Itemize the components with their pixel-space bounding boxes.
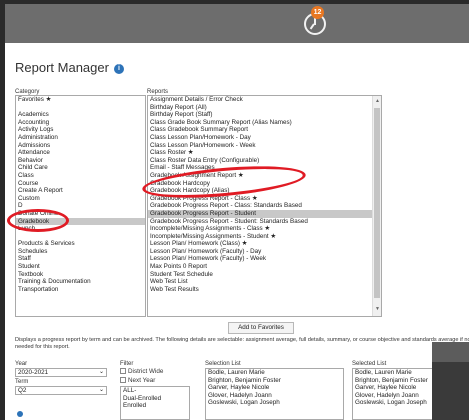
- category-item[interactable]: Gradebook: [16, 217, 145, 226]
- report-item[interactable]: Birthday Report (All): [148, 104, 381, 112]
- category-list[interactable]: Favorites ★ Academics Accounting Activity L…: [15, 95, 146, 317]
- category-item[interactable]: Lunch: [16, 225, 145, 233]
- selection-list-item[interactable]: Glover, Hadelyn Joann: [206, 392, 343, 400]
- report-item[interactable]: Gradebook Progress Report - Student: Sta…: [148, 218, 381, 226]
- selection-list-item[interactable]: Garver, Haylee Nicole: [206, 384, 343, 392]
- category-item[interactable]: Products & Services: [16, 240, 145, 248]
- chevron-down-icon: ⌄: [98, 387, 104, 393]
- term-value: Q2: [18, 387, 27, 394]
- report-item[interactable]: Class Roster ★: [148, 149, 381, 157]
- filter-option[interactable]: Enrolled: [121, 402, 189, 410]
- selected-list-item[interactable]: Brighton, Benjamin Foster: [353, 377, 433, 385]
- report-item[interactable]: Class Gradebook Summary Report: [148, 126, 381, 134]
- category-item[interactable]: Donate Online: [16, 210, 145, 218]
- selection-list-label: Selection List: [205, 361, 241, 367]
- notification-badge[interactable]: 12: [311, 6, 324, 19]
- report-item[interactable]: Email - Staff Messages: [148, 164, 381, 172]
- info-icon[interactable]: i: [114, 64, 124, 74]
- selected-list-item[interactable]: Garver, Haylee Nicole: [353, 384, 433, 392]
- report-description: Displays a progress report by term and c…: [15, 337, 469, 350]
- year-value: 2020-2021: [18, 369, 49, 376]
- app-frame: 12 Report Manager i Category Favorites ★…: [5, 4, 469, 420]
- page-title: Report Manager: [15, 60, 109, 75]
- report-item[interactable]: Class Grade Book Summary Report (Alias N…: [148, 119, 381, 127]
- selected-list-item[interactable]: Bodle, Lauren Marie: [353, 369, 433, 377]
- selection-list-item[interactable]: Bodle, Lauren Marie: [206, 369, 343, 377]
- category-item[interactable]: Create A Report: [16, 187, 145, 195]
- year-label: Year: [15, 361, 28, 367]
- report-item[interactable]: Gradebook Progress Report - Student: [148, 209, 381, 218]
- filter-option[interactable]: ALL-: [121, 387, 189, 395]
- report-item[interactable]: Class Lesson Plan/Homework - Day: [148, 134, 381, 142]
- report-item[interactable]: Gradebook Hardcopy: [148, 180, 381, 188]
- report-item[interactable]: Student Test Schedule: [148, 271, 381, 279]
- scroll-thumb[interactable]: [374, 108, 380, 298]
- selected-list[interactable]: Bodle, Lauren Marie Brighton, Benjamin Fo…: [352, 368, 434, 420]
- next-year-label: Next Year: [128, 377, 156, 384]
- scroll-down-icon[interactable]: ▼: [375, 306, 380, 314]
- category-item[interactable]: Attendance: [16, 149, 145, 157]
- reports-list[interactable]: Assignment Details / Error Check Birthday…: [147, 95, 382, 317]
- add-to-favorites-button[interactable]: Add to Favorites: [228, 322, 294, 334]
- term-select[interactable]: Q2 ⌄: [15, 386, 107, 395]
- side-panel: [432, 342, 469, 420]
- filter-list[interactable]: ALL- Dual-Enrolled Enrolled: [120, 386, 190, 420]
- category-item[interactable]: Child Care: [16, 164, 145, 172]
- category-item[interactable]: Behavior: [16, 157, 145, 165]
- report-item[interactable]: Lesson Plan/ Homework (Class) ★: [148, 240, 381, 248]
- category-item[interactable]: Staff: [16, 255, 145, 263]
- next-year-checkbox[interactable]: Next Year: [120, 377, 155, 385]
- report-item[interactable]: Web Test List: [148, 278, 381, 286]
- report-item[interactable]: Class Roster Data Entry (Configurable): [148, 157, 381, 165]
- category-item[interactable]: Favorites ★: [16, 96, 145, 104]
- category-item[interactable]: Student: [16, 263, 145, 271]
- category-item[interactable]: Activity Logs: [16, 126, 145, 134]
- report-item[interactable]: Birthday Report (Staff): [148, 111, 381, 119]
- selected-list-item[interactable]: Goslewski, Logan Joseph: [353, 399, 433, 407]
- report-item[interactable]: Gradebook Progress Report - Class ★: [148, 195, 381, 203]
- filter-label: Filter: [120, 361, 134, 367]
- selected-list-item[interactable]: Glover, Hadelyn Joann: [353, 392, 433, 400]
- category-item[interactable]: Transportation: [16, 286, 145, 294]
- term-label: Term: [15, 379, 29, 385]
- report-item[interactable]: Class Lesson Plan/Homework - Week: [148, 142, 381, 150]
- district-wide-checkbox[interactable]: District Wide: [120, 368, 163, 376]
- top-bar: 12: [5, 4, 469, 43]
- category-item[interactable]: Academics: [16, 111, 145, 119]
- category-item[interactable]: Admissions: [16, 142, 145, 150]
- chevron-down-icon: ⌄: [98, 369, 104, 375]
- scroll-up-icon[interactable]: ▲: [375, 98, 380, 106]
- category-item[interactable]: Administration: [16, 134, 145, 142]
- year-select[interactable]: 2020-2021 ⌄: [15, 368, 107, 377]
- report-item[interactable]: Max Points 0 Report: [148, 263, 381, 271]
- reports-scrollbar[interactable]: ▲ ▼: [372, 96, 381, 316]
- category-item[interactable]: Accounting: [16, 119, 145, 127]
- report-item[interactable]: Gradebook Progress Report - Class: Stand…: [148, 202, 381, 210]
- report-item[interactable]: Incomplete/Missing Assignments - Student…: [148, 233, 381, 241]
- selection-list-item[interactable]: Brighton, Benjamin Foster: [206, 377, 343, 385]
- report-item[interactable]: Web Test Results: [148, 286, 381, 294]
- category-item[interactable]: Textbook: [16, 271, 145, 279]
- selected-list-label: Selected List: [352, 361, 387, 367]
- report-item[interactable]: Gradebook Hardcopy (Alias): [148, 187, 381, 195]
- category-item[interactable]: D: [16, 202, 145, 210]
- category-item[interactable]: Custom: [16, 195, 145, 203]
- filter-option[interactable]: Dual-Enrolled: [121, 395, 189, 403]
- selection-list[interactable]: Bodle, Lauren Marie Brighton, Benjamin Fo…: [205, 368, 344, 420]
- report-item[interactable]: Lesson Plan/ Homework (Faculty) - Day: [148, 248, 381, 256]
- radio-button[interactable]: [17, 411, 23, 417]
- report-item[interactable]: Gradebook Assignment Report ★: [148, 172, 381, 180]
- category-item[interactable]: Course: [16, 180, 145, 188]
- district-wide-label: District Wide: [128, 368, 164, 375]
- category-item[interactable]: Class: [16, 172, 145, 180]
- report-item[interactable]: Lesson Plan/ Homework (Faculty) - Week: [148, 255, 381, 263]
- selection-list-item[interactable]: Goslewski, Logan Joseph: [206, 399, 343, 407]
- report-item[interactable]: Assignment Details / Error Check: [148, 96, 381, 104]
- report-item[interactable]: Incomplete/Missing Assignments - Class ★: [148, 225, 381, 233]
- category-item[interactable]: Training & Documentation: [16, 278, 145, 286]
- category-item[interactable]: Schedules: [16, 248, 145, 256]
